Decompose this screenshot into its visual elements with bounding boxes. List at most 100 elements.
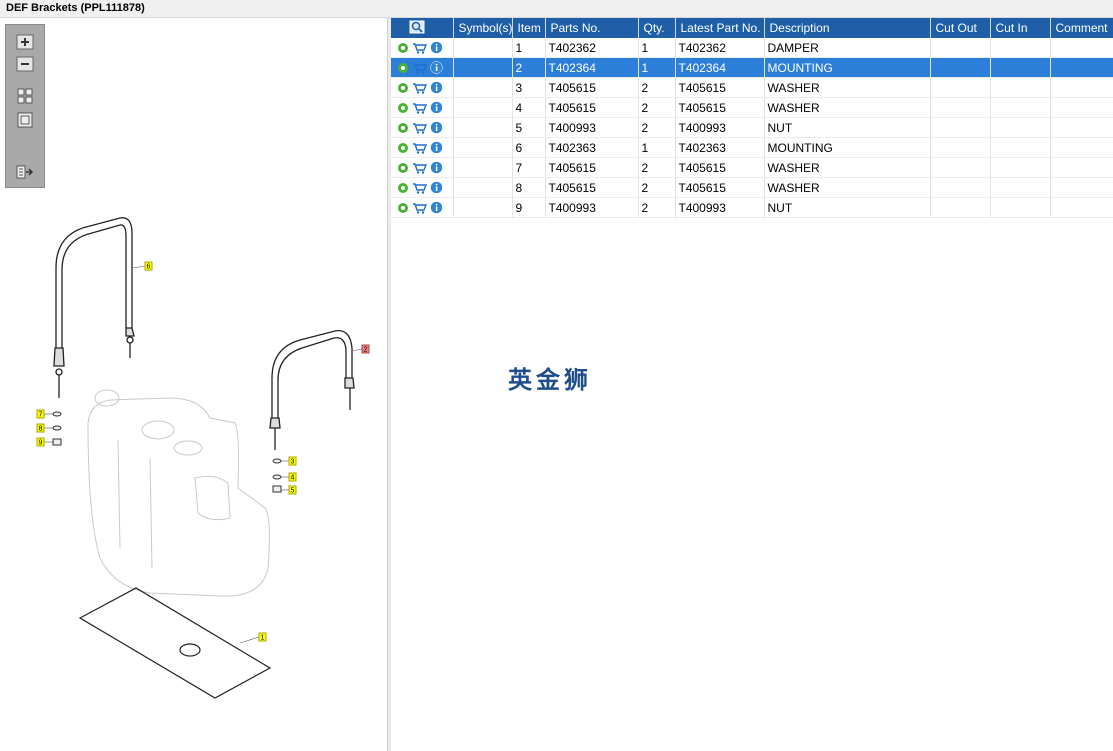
table-row[interactable]: 1 T402362 1 T402362 DAMPER (391, 38, 1113, 58)
bracket-strap-2 (269, 329, 355, 450)
column-header-cut-out[interactable]: Cut Out (930, 18, 991, 38)
cell-latest-part-no: T405615 (675, 177, 765, 198)
row-actions (391, 38, 454, 58)
cell-comment (1050, 77, 1113, 98)
gear-icon[interactable] (397, 102, 409, 114)
column-header-qty[interactable]: Qty. (638, 18, 676, 38)
cell-symbols (453, 77, 513, 98)
cell-qty: 2 (638, 97, 676, 118)
cell-item: 5 (512, 117, 546, 138)
cart-icon[interactable] (412, 182, 427, 194)
cell-latest-part-no: T402363 (675, 137, 765, 158)
cart-icon[interactable] (412, 202, 427, 214)
cell-comment (1050, 137, 1113, 158)
svg-text:9: 9 (39, 440, 43, 447)
search-parts-icon[interactable] (409, 20, 425, 34)
column-header-symbols[interactable]: Symbol(s) (453, 18, 513, 38)
cart-icon[interactable] (412, 62, 427, 74)
window-title: DEF Brackets (PPL111878) (6, 2, 145, 14)
info-icon[interactable] (430, 181, 443, 194)
gear-icon[interactable] (397, 42, 409, 54)
cell-cut-in (990, 38, 1051, 58)
cell-qty: 2 (638, 117, 676, 138)
table-row[interactable]: 4 T405615 2 T405615 WASHER (391, 97, 1113, 118)
table-row[interactable]: 3 T405615 2 T405615 WASHER (391, 77, 1113, 98)
callout-4: 4 (288, 472, 297, 482)
column-header-description[interactable]: Description (764, 18, 931, 38)
row-actions (391, 97, 454, 118)
column-header-comment[interactable]: Comment (1050, 18, 1113, 38)
table-row[interactable]: 6 T402363 1 T402363 MOUNTING (391, 137, 1113, 158)
svg-text:3: 3 (291, 459, 295, 466)
gear-icon[interactable] (397, 142, 409, 154)
parts-diagram[interactable]: 6 2 7 8 9 3 4 5 1 (0, 188, 387, 748)
cell-item: 8 (512, 177, 546, 198)
cell-parts-no: T402363 (545, 137, 639, 158)
table-row[interactable]: 7 T405615 2 T405615 WASHER (391, 157, 1113, 178)
cart-icon[interactable] (412, 102, 427, 114)
cart-icon[interactable] (412, 142, 427, 154)
cell-cut-in (990, 137, 1051, 158)
cart-icon[interactable] (412, 162, 427, 174)
illustration-pane[interactable]: 6 2 7 8 9 3 4 5 1 (0, 18, 387, 751)
gear-icon[interactable] (397, 202, 409, 214)
cell-latest-part-no: T400993 (675, 197, 765, 218)
row-actions (391, 77, 454, 98)
info-icon[interactable] (430, 201, 443, 214)
cell-cut-in (990, 177, 1051, 198)
cell-description: DAMPER (764, 38, 931, 58)
fit-window-icon[interactable] (15, 111, 35, 129)
cell-cut-in (990, 197, 1051, 218)
column-header-item[interactable]: Item (512, 18, 546, 38)
column-header-parts-no[interactable]: Parts No. (545, 18, 639, 38)
cell-qty: 1 (638, 137, 676, 158)
table-row[interactable]: 5 T400993 2 T400993 NUT (391, 117, 1113, 138)
cell-comment (1050, 57, 1113, 78)
column-header-latest-part-no[interactable]: Latest Part No. (675, 18, 765, 38)
gear-icon[interactable] (397, 82, 409, 94)
cell-qty: 1 (638, 57, 676, 78)
row-actions (391, 117, 454, 138)
cell-description: MOUNTING (764, 57, 931, 78)
gear-icon[interactable] (397, 182, 409, 194)
info-icon[interactable] (430, 41, 443, 54)
zoom-in-icon[interactable] (15, 33, 35, 51)
table-header-row: Symbol(s) Item Parts No. Qty. Latest Par… (391, 18, 1113, 38)
callout-2: 2 (361, 344, 370, 354)
cell-cut-out (930, 38, 991, 58)
table-row[interactable]: 2 T402364 1 T402364 MOUNTING (391, 57, 1113, 78)
cell-cut-out (930, 117, 991, 138)
info-icon[interactable] (430, 81, 443, 94)
viewer-toolbar (5, 24, 45, 188)
table-row[interactable]: 9 T400993 2 T400993 NUT (391, 197, 1113, 218)
cell-comment (1050, 117, 1113, 138)
info-icon[interactable] (430, 161, 443, 174)
export-icon[interactable] (15, 163, 35, 181)
cell-cut-out (930, 157, 991, 178)
gear-icon[interactable] (397, 62, 409, 74)
cart-icon[interactable] (412, 42, 427, 54)
fit-all-icon[interactable] (15, 87, 35, 105)
cart-icon[interactable] (412, 122, 427, 134)
table-row[interactable]: 8 T405615 2 T405615 WASHER (391, 177, 1113, 198)
zoom-out-icon[interactable] (15, 55, 35, 73)
info-icon[interactable] (430, 121, 443, 134)
gear-icon[interactable] (397, 162, 409, 174)
cell-cut-in (990, 97, 1051, 118)
info-icon[interactable] (430, 141, 443, 154)
info-icon[interactable] (430, 61, 443, 74)
def-tank (87, 389, 270, 597)
column-header-cut-in[interactable]: Cut In (990, 18, 1051, 38)
callout-7: 7 (36, 409, 45, 419)
cell-symbols (453, 57, 513, 78)
callout-3: 3 (288, 456, 297, 466)
gear-icon[interactable] (397, 122, 409, 134)
info-icon[interactable] (430, 101, 443, 114)
cell-description: NUT (764, 197, 931, 218)
cell-parts-no: T405615 (545, 177, 639, 198)
cart-icon[interactable] (412, 82, 427, 94)
cell-cut-out (930, 177, 991, 198)
callout-1: 1 (258, 632, 267, 642)
column-header-actions[interactable] (391, 18, 454, 38)
svg-text:1: 1 (261, 635, 265, 642)
